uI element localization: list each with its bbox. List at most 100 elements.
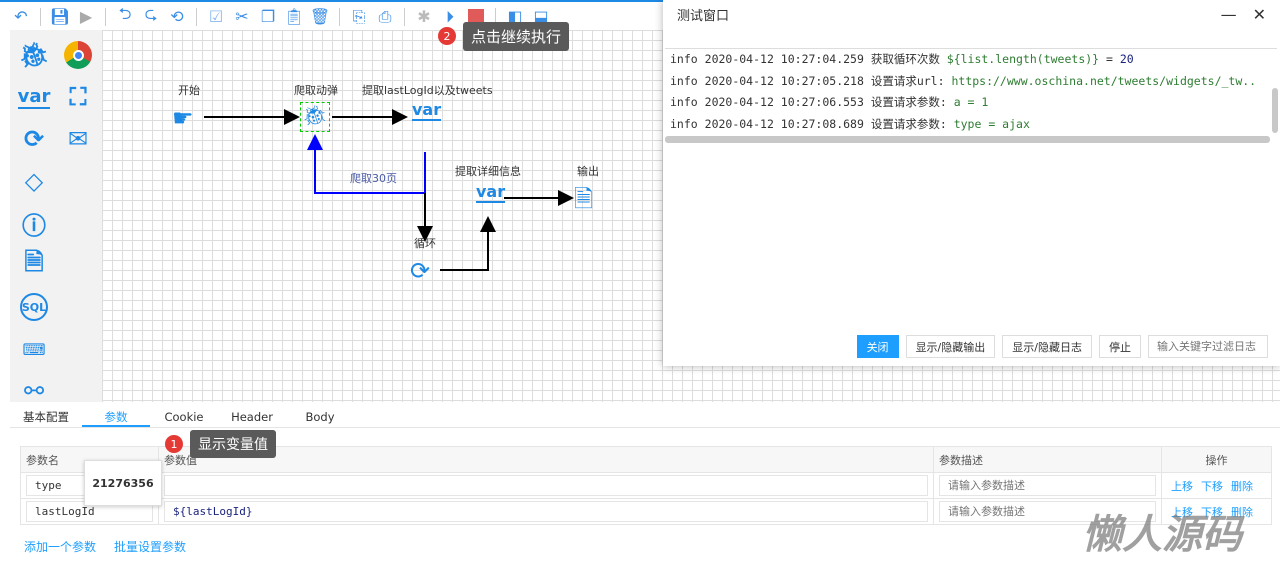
add-param-link[interactable]: 添加一个参数 bbox=[24, 538, 96, 555]
spider-icon[interactable]: 🐞︎ bbox=[19, 41, 49, 69]
window-title: 测试窗口 bbox=[677, 8, 730, 24]
log-expr: a = 1 bbox=[953, 95, 989, 109]
watermark: 懒人源码 bbox=[1082, 512, 1242, 558]
delete-icon[interactable]: 🗑︎ bbox=[309, 6, 331, 28]
log-expr: type = ajax bbox=[953, 116, 1030, 131]
loop-node-icon[interactable]: ⟳ bbox=[410, 257, 430, 285]
print-icon[interactable]: ⎙ bbox=[374, 6, 396, 28]
info-icon[interactable]: ⓘ bbox=[22, 206, 46, 241]
log-line: info 2020-04-12 10:27:08.689 设置请求参数: typ… bbox=[665, 114, 1277, 136]
email-icon[interactable]: ✉ bbox=[68, 125, 88, 153]
import-icon[interactable]: ⎘ bbox=[348, 6, 370, 28]
output-icon[interactable]: 🗎︎ bbox=[24, 245, 43, 286]
toggle-output-button[interactable]: 显示/隐藏输出 bbox=[905, 335, 996, 358]
divider bbox=[105, 7, 106, 26]
debug-icon[interactable]: ✱ bbox=[413, 6, 435, 28]
log-output[interactable]: info 2020-04-12 10:27:04.259 获取循环次数 ${li… bbox=[665, 48, 1277, 140]
minimize-icon[interactable]: — bbox=[1221, 5, 1237, 24]
divider bbox=[40, 7, 41, 26]
run-icon[interactable]: ▶ bbox=[75, 6, 97, 28]
code-icon[interactable]: ⌨ bbox=[22, 340, 45, 359]
table-row: 上移下移删除 bbox=[20, 472, 1272, 499]
log-time: 2020-04-12 10:27:05.218 bbox=[704, 73, 864, 88]
node-label-start: 开始 bbox=[178, 84, 200, 97]
tab-header[interactable]: Header bbox=[218, 406, 286, 427]
tab-body[interactable]: Body bbox=[286, 406, 354, 427]
log-message: 设置请求参数: bbox=[870, 95, 947, 109]
log-message: 设置请求url: bbox=[870, 73, 945, 88]
sql-icon[interactable]: SQL bbox=[20, 293, 48, 321]
variable-tooltip: 显示变量值 bbox=[190, 430, 276, 458]
col-header: 操作 bbox=[1161, 446, 1272, 473]
loop-edge-label: 爬取30页 bbox=[350, 172, 397, 185]
log-time: 2020-04-12 10:27:04.259 bbox=[704, 52, 864, 66]
stop-button[interactable]: 停止 bbox=[1099, 335, 1141, 358]
continue-icon[interactable]: ⏵ bbox=[439, 6, 461, 28]
delete-link[interactable]: 删除 bbox=[1231, 480, 1253, 493]
param-desc-input[interactable] bbox=[939, 475, 1156, 496]
log-value: 20 bbox=[1119, 52, 1134, 66]
select-all-icon[interactable]: ☑ bbox=[205, 6, 227, 28]
cut-icon[interactable]: ✂ bbox=[231, 6, 253, 28]
horizontal-scrollbar[interactable] bbox=[665, 136, 1270, 143]
log-line: info 2020-04-12 10:27:06.553 设置请求参数: a =… bbox=[665, 92, 1277, 114]
redo-arrow-icon[interactable]: ⮎ bbox=[140, 4, 162, 28]
node-label-detail: 提取详细信息 bbox=[455, 165, 521, 178]
divider bbox=[404, 7, 405, 26]
start-hand-icon[interactable]: ☛ bbox=[172, 104, 194, 132]
variable-node[interactable]: var bbox=[412, 100, 442, 121]
log-level: info bbox=[670, 52, 698, 66]
output-node-icon[interactable]: 🗎︎ bbox=[574, 182, 593, 223]
paste-icon[interactable]: 📋︎ bbox=[283, 6, 305, 28]
divider bbox=[196, 7, 197, 26]
log-level: info bbox=[670, 95, 698, 109]
step-badge: 2 bbox=[438, 27, 456, 45]
move-down-link[interactable]: 下移 bbox=[1201, 480, 1223, 493]
condition-icon[interactable]: ◇ bbox=[25, 167, 43, 195]
tab-basic[interactable]: 基本配置 bbox=[10, 406, 82, 427]
continue-tooltip: 点击继续执行 bbox=[463, 22, 570, 51]
log-message: 设置请求参数: bbox=[870, 116, 947, 131]
param-value-input[interactable] bbox=[164, 475, 928, 496]
component-palette: 🐞︎ var ⛶ ⟳ ✉ ◇ ⓘ 🗎︎ SQL ⌨ ⚯ bbox=[10, 30, 102, 405]
variable-icon[interactable]: var bbox=[17, 86, 51, 109]
log-line: info 2020-04-12 10:27:04.259 获取循环次数 ${li… bbox=[665, 49, 1277, 71]
loop-icon[interactable]: ⟳ bbox=[24, 125, 44, 153]
undo-arrow-icon[interactable]: ⮌ bbox=[114, 4, 136, 28]
variable-node[interactable]: var bbox=[476, 182, 506, 203]
undo-icon[interactable]: ↶ bbox=[10, 6, 32, 28]
function-icon[interactable]: ⚯ bbox=[24, 377, 44, 405]
copy-icon[interactable]: ❐ bbox=[257, 6, 279, 28]
toggle-log-button[interactable]: 显示/隐藏日志 bbox=[1002, 335, 1092, 358]
close-icon[interactable]: ✕ bbox=[1253, 5, 1266, 24]
tab-params[interactable]: 参数 bbox=[82, 406, 150, 427]
log-level: info bbox=[670, 73, 698, 88]
spider-node-selected[interactable]: 🐞︎ bbox=[300, 102, 330, 132]
edge[interactable] bbox=[440, 216, 496, 271]
tab-cookie[interactable]: Cookie bbox=[150, 406, 218, 427]
selection-icon[interactable]: ⛶ bbox=[70, 83, 87, 111]
config-tabs: 基本配置 参数 Cookie Header Body bbox=[10, 406, 1280, 428]
node-label-output: 输出 bbox=[577, 165, 599, 178]
log-filter-input[interactable] bbox=[1148, 335, 1268, 358]
log-time: 2020-04-12 10:27:06.553 bbox=[704, 95, 864, 109]
vertical-scrollbar[interactable] bbox=[1272, 88, 1278, 133]
chrome-icon[interactable] bbox=[64, 41, 92, 69]
divider bbox=[339, 7, 340, 26]
log-message: 获取循环次数 bbox=[870, 52, 940, 66]
node-label-extract: 提取lastLogId以及tweets bbox=[362, 84, 493, 97]
param-value-input[interactable] bbox=[164, 501, 928, 522]
log-level: info bbox=[670, 116, 698, 131]
log-time: 2020-04-12 10:27:08.689 bbox=[704, 116, 864, 131]
log-expr: https://www.oschina.net/tweets/widgets/_… bbox=[951, 73, 1257, 88]
history-icon[interactable]: ⟲ bbox=[166, 6, 188, 28]
move-up-link[interactable]: 上移 bbox=[1171, 480, 1193, 493]
node-label-crawl: 爬取动弹 bbox=[294, 84, 338, 97]
close-button[interactable]: 关闭 bbox=[856, 335, 899, 358]
log-op: = bbox=[1099, 52, 1120, 66]
save-icon[interactable]: 💾︎ bbox=[49, 6, 71, 28]
variable-value-popup: 21276356 bbox=[84, 460, 162, 506]
log-line: info 2020-04-12 10:27:05.218 设置请求url: ht… bbox=[665, 71, 1277, 93]
col-header: 参数描述 bbox=[933, 446, 1162, 473]
batch-set-params-link[interactable]: 批量设置参数 bbox=[114, 538, 186, 555]
